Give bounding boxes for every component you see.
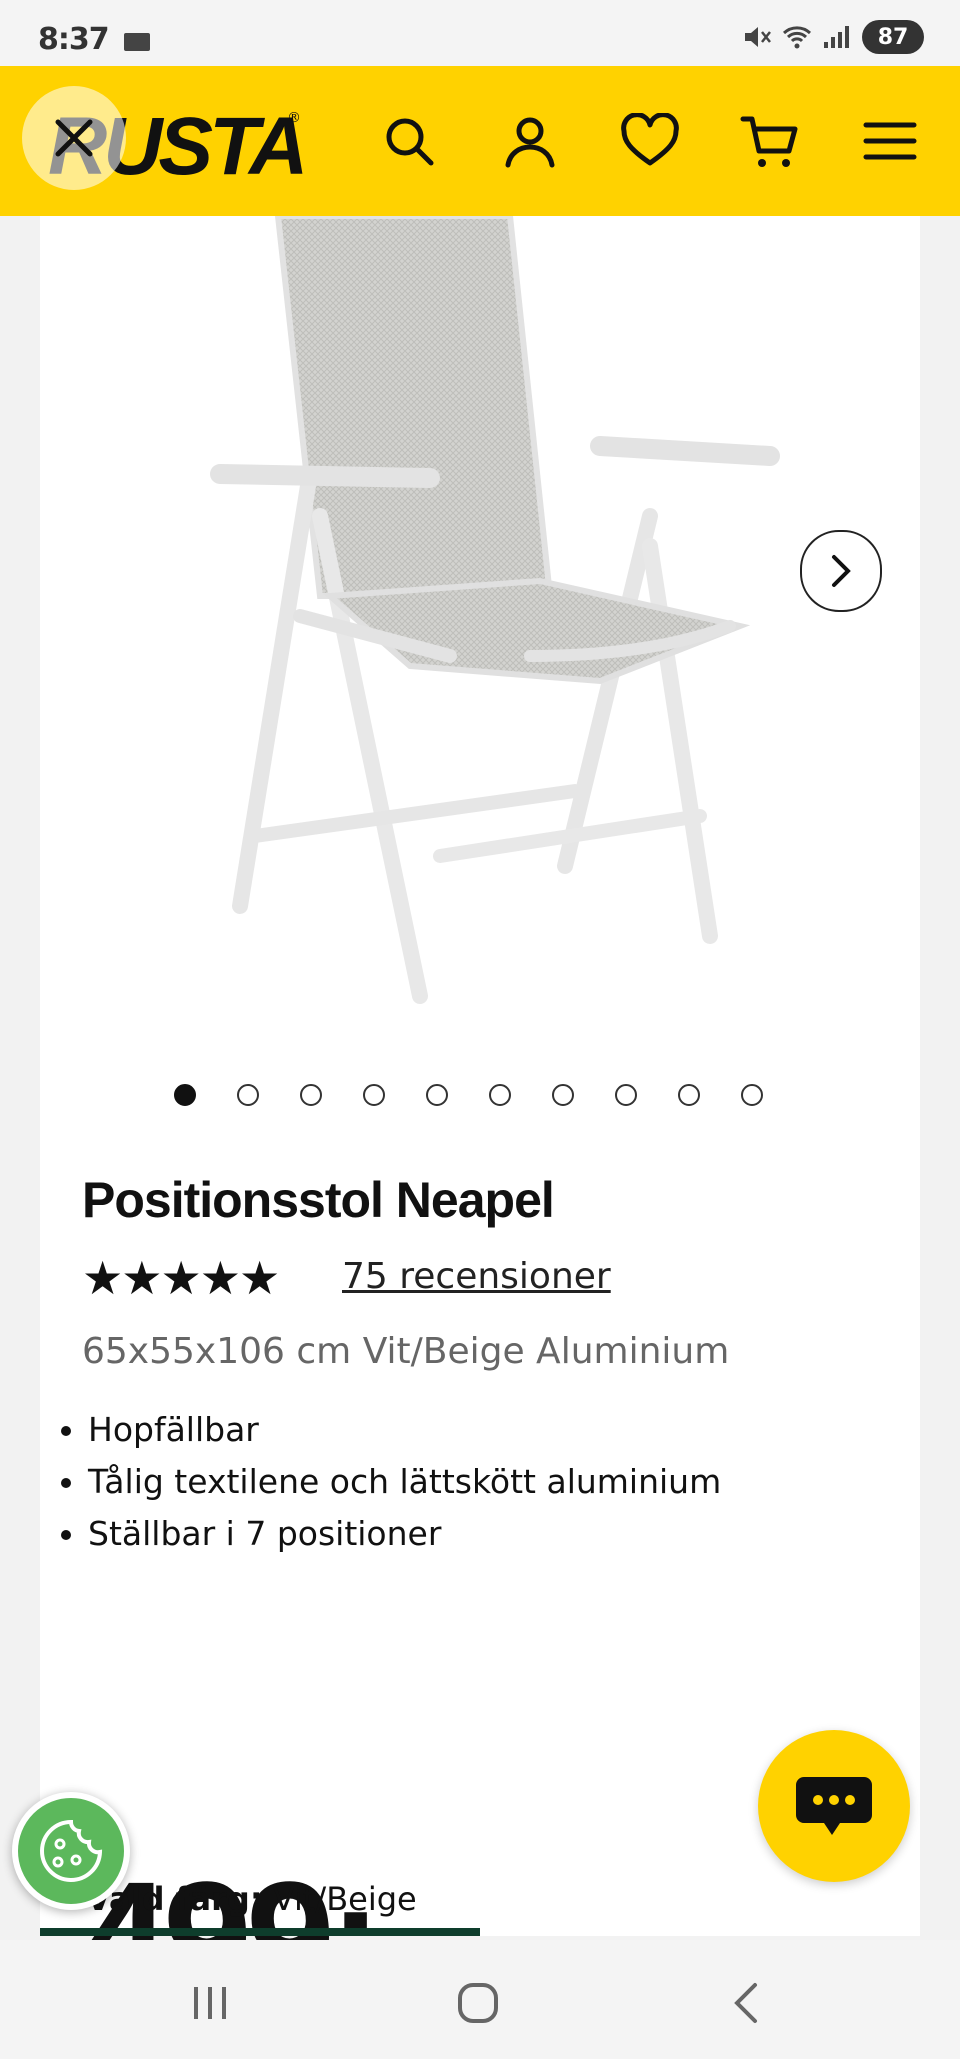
mute-icon [745,27,771,47]
pagination-dot[interactable] [426,1084,448,1106]
cookie-icon [40,1819,103,1882]
product-card: Positionsstol Neapel ★★★★★ 75 recensione… [40,216,920,2027]
chevron-right-icon [832,555,851,587]
status-time: 8:37 [38,22,110,57]
recents-button[interactable] [175,1968,245,2038]
pagination-dot[interactable] [552,1084,574,1106]
recents-icon [194,1987,226,2019]
heart-icon [621,113,679,166]
home-button[interactable] [443,1968,513,2038]
battery-icon: 87 [862,20,924,54]
search-button[interactable] [374,106,444,176]
close-button[interactable] [22,86,126,190]
pagination-dot[interactable] [237,1084,259,1106]
account-icon [505,117,555,168]
pagination-dot[interactable] [174,1084,196,1106]
home-icon [458,1983,498,2023]
cookie-settings-button[interactable] [12,1792,130,1910]
feature-item: Hopfällbar [88,1410,721,1449]
feature-item: Tålig textilene och lättskött aluminium [88,1462,721,1501]
product-title: Positionsstol Neapel [82,1172,555,1228]
cart-icon [740,116,798,167]
feature-item: Ställbar i 7 positioner [88,1514,721,1553]
chosen-color: Vald färg: Vit/Beige [86,1880,417,1918]
back-button[interactable] [711,1968,781,2038]
product-image[interactable] [180,216,840,1036]
pagination-dot[interactable] [489,1084,511,1106]
cart-button[interactable] [735,106,805,176]
image-pagination [174,1084,763,1106]
mail-icon [124,33,150,51]
chat-icon [796,1777,872,1835]
product-specs: 65x55x106 cm Vit/Beige Aluminium [82,1331,730,1372]
chosen-color-value: Vit/Beige [272,1880,417,1918]
close-icon [55,119,93,157]
registered-mark: ® [287,110,301,126]
feature-list: Hopfällbar Tålig textilene och lättskött… [58,1410,721,1566]
site-header: RUSTA ® [0,66,960,216]
account-button[interactable] [495,106,565,176]
system-navigation-bar [0,1940,960,2059]
next-image-button[interactable] [800,530,882,612]
signal-icon [824,26,849,48]
pagination-dot[interactable] [615,1084,637,1106]
rating-stars: ★★★★★ [82,1251,280,1305]
menu-icon [863,122,917,160]
status-bar: 8:37 87 [0,0,960,66]
search-icon [386,118,434,166]
chat-button[interactable] [758,1730,910,1882]
pagination-dot[interactable] [678,1084,700,1106]
reviews-link[interactable]: 75 recensioner [342,1256,611,1297]
menu-button[interactable] [855,106,925,176]
scroll-progress-bar [40,1928,480,1936]
back-icon [734,1983,757,2023]
pagination-dot[interactable] [741,1084,763,1106]
wifi-icon [782,26,812,49]
pagination-dot[interactable] [363,1084,385,1106]
wishlist-button[interactable] [615,106,685,176]
pagination-dot[interactable] [300,1084,322,1106]
